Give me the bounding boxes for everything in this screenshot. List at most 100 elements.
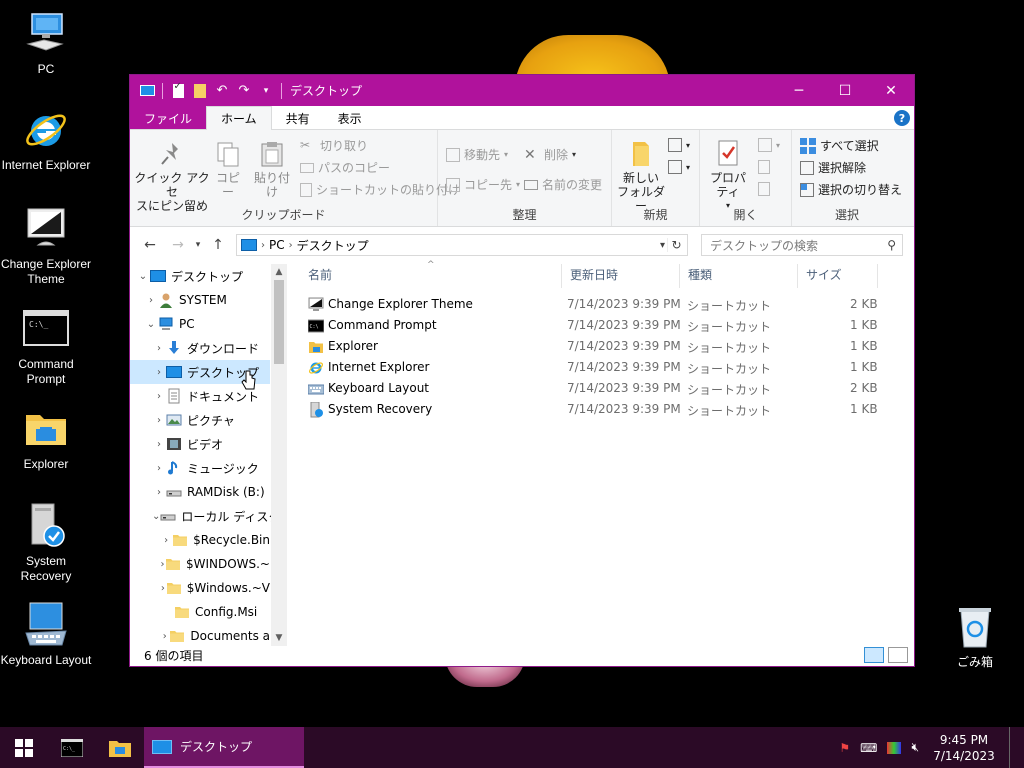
column-size[interactable]: サイズ	[798, 264, 878, 288]
nav-item[interactable]: › $Recycle.Bin	[130, 528, 270, 552]
copy-to-button[interactable]: コピー先 ▾	[446, 176, 520, 193]
select-all-button[interactable]: すべて選択	[800, 137, 879, 154]
nav-item[interactable]: › $Windows.~V	[130, 576, 270, 600]
paste-shortcut-button[interactable]: ショートカットの貼り付け	[300, 181, 460, 198]
refresh-icon[interactable]: ↻	[667, 238, 685, 252]
table-row[interactable]: C:\ Command Prompt 7/14/2023 9:39 PM ショートカッ…	[300, 315, 914, 336]
paste-button[interactable]: 貼り付け	[250, 140, 294, 199]
nav-item[interactable]: › $WINDOWS.~	[130, 552, 270, 576]
column-name[interactable]: 名前	[300, 264, 562, 288]
breadcrumb-desktop[interactable]: デスクトップ	[297, 237, 369, 254]
tab-home[interactable]: ホーム	[206, 106, 272, 130]
chevron-down-icon[interactable]: ⌄	[136, 271, 150, 282]
chevron-right-icon[interactable]: ›	[152, 343, 166, 354]
easy-access-button[interactable]: ▾	[668, 160, 690, 174]
search-box[interactable]: デスクトップの検索 ⚲	[701, 234, 903, 256]
color-tray-icon[interactable]	[887, 741, 902, 754]
nav-item[interactable]: › ミュージック	[130, 456, 270, 480]
desk-icon-change-explorer-theme[interactable]: Change Explorer Theme	[0, 205, 92, 287]
taskbar-command-prompt[interactable]: C:\_	[48, 727, 96, 768]
desk-icon-command-prompt[interactable]: C:\_ Command Prompt	[0, 305, 92, 387]
tab-share[interactable]: 共有	[272, 106, 324, 130]
properties-check-icon[interactable]: ✓	[169, 81, 187, 100]
nav-item[interactable]: ⌄ デスクトップ	[130, 264, 270, 288]
title-bar[interactable]: ✓ ↶ ↷ ▾ デスクトップ ─ ☐ ✕	[130, 75, 914, 106]
tab-view[interactable]: 表示	[324, 106, 376, 130]
move-to-button[interactable]: 移動先 ▾	[446, 146, 508, 163]
nav-item[interactable]: › ピクチャ	[130, 408, 270, 432]
copy-button[interactable]: コピー	[212, 140, 244, 199]
nav-item[interactable]: › Documents a	[130, 624, 270, 646]
new-folder-qat-icon[interactable]	[191, 82, 209, 100]
chevron-right-icon[interactable]: ›	[160, 631, 169, 642]
delete-button[interactable]: ✕ 削除 ▾	[524, 146, 576, 163]
search-icon[interactable]: ⚲	[887, 238, 896, 252]
file-list[interactable]: ^ 名前 更新日時 種類 サイズ Change Explorer Theme 7/…	[300, 260, 914, 646]
desk-icon-recycle-bin[interactable]: ごみ箱	[929, 603, 1021, 670]
table-row[interactable]: Keyboard Layout 7/14/2023 9:39 PM ショートカット 2…	[300, 378, 914, 399]
copy-path-button[interactable]: パスのコピー	[300, 159, 390, 176]
forward-button[interactable]: →	[168, 237, 188, 253]
minimize-button[interactable]: ─	[776, 75, 822, 106]
table-row[interactable]: Change Explorer Theme 7/14/2023 9:39 PM ショ…	[300, 294, 914, 315]
tab-file[interactable]: ファイル	[130, 106, 207, 130]
chevron-right-icon[interactable]: ›	[152, 391, 166, 402]
breadcrumb-pc[interactable]: PC	[269, 238, 285, 252]
chevron-down-icon[interactable]: ⌄	[152, 511, 160, 522]
desk-icon-system-recovery[interactable]: System Recovery	[0, 502, 92, 584]
desk-icon-pc[interactable]: PC	[0, 10, 92, 77]
back-button[interactable]: ←	[140, 237, 160, 253]
address-dropdown-icon[interactable]: ▾	[660, 240, 665, 251]
chevron-right-icon[interactable]: ›	[152, 439, 166, 450]
pin-quick-access-button[interactable]: クイック アクセ スにピン留め	[134, 140, 210, 213]
network-tray-icon[interactable]: ⚑	[839, 741, 850, 755]
undo-icon[interactable]: ↶	[213, 82, 231, 100]
help-icon[interactable]: ?	[894, 110, 910, 126]
volume-muted-icon[interactable]: 🔇︎	[911, 740, 919, 755]
table-row[interactable]: System Recovery 7/14/2023 9:39 PM ショートカット 1…	[300, 399, 914, 420]
column-date[interactable]: 更新日時	[562, 264, 680, 288]
large-icons-view-button[interactable]	[888, 647, 908, 663]
new-item-button[interactable]: ▾	[668, 138, 690, 152]
column-type[interactable]: 種類	[680, 264, 798, 288]
scroll-up-icon[interactable]: ▲	[271, 264, 287, 280]
show-desktop-button[interactable]	[1009, 727, 1014, 768]
recent-locations-button[interactable]: ▾	[188, 240, 208, 250]
nav-item[interactable]: ⌄ ローカル ディスク (	[130, 504, 287, 528]
nav-item[interactable]: Config.Msi	[130, 600, 270, 624]
table-row[interactable]: Explorer 7/14/2023 9:39 PM ショートカット 1 KB	[300, 336, 914, 357]
up-button[interactable]: ↑	[208, 237, 228, 253]
chevron-right-icon[interactable]: ›	[152, 415, 166, 426]
redo-icon[interactable]: ↷	[235, 82, 253, 100]
properties-button[interactable]: プロパティ ▾	[704, 138, 752, 213]
new-folder-button[interactable]: 新しい フォルダー	[616, 138, 666, 213]
navigation-pane[interactable]: ⌄ デスクトップ › SYSTEM ⌄ PC › ダウンロード › デスクトップ › ドキュメント › ピ…	[130, 264, 287, 646]
nav-scrollbar[interactable]: ▲ ▼	[271, 264, 287, 646]
nav-item[interactable]: ⌄ PC	[130, 312, 270, 336]
select-none-button[interactable]: 選択解除	[800, 159, 866, 176]
nav-item[interactable]: › RAMDisk (B:)	[130, 480, 270, 504]
chevron-down-icon[interactable]: ⌄	[144, 319, 158, 330]
scroll-thumb[interactable]	[274, 280, 284, 364]
start-button[interactable]	[0, 727, 48, 768]
nav-item[interactable]: › ダウンロード	[130, 336, 270, 360]
chevron-right-icon[interactable]: ›	[152, 367, 166, 378]
maximize-button[interactable]: ☐	[822, 75, 868, 106]
edit-button[interactable]	[758, 160, 770, 174]
desk-icon-explorer[interactable]: Explorer	[0, 405, 92, 472]
customize-qat-icon[interactable]: ▾	[257, 82, 275, 100]
chevron-right-icon[interactable]: ›	[152, 487, 166, 498]
clock[interactable]: 9:45 PM 7/14/2023	[929, 732, 999, 764]
close-button[interactable]: ✕	[868, 75, 914, 106]
keyboard-tray-icon[interactable]: ⌨	[860, 741, 877, 755]
desk-icon-keyboard-layout[interactable]: Keyboard Layout	[0, 601, 92, 668]
open-button[interactable]: ▾	[758, 138, 780, 152]
desk-icon-internet-explorer[interactable]: Internet Explorer	[0, 106, 92, 173]
taskbar-explorer[interactable]	[96, 727, 144, 768]
chevron-right-icon[interactable]: ›	[152, 463, 166, 474]
table-row[interactable]: Internet Explorer 7/14/2023 9:39 PM ショートカッ…	[300, 357, 914, 378]
nav-item[interactable]: › ビデオ	[130, 432, 270, 456]
rename-button[interactable]: 名前の変更	[524, 176, 602, 193]
taskbar-active-window[interactable]: デスクトップ	[144, 727, 304, 768]
history-button[interactable]	[758, 182, 770, 196]
